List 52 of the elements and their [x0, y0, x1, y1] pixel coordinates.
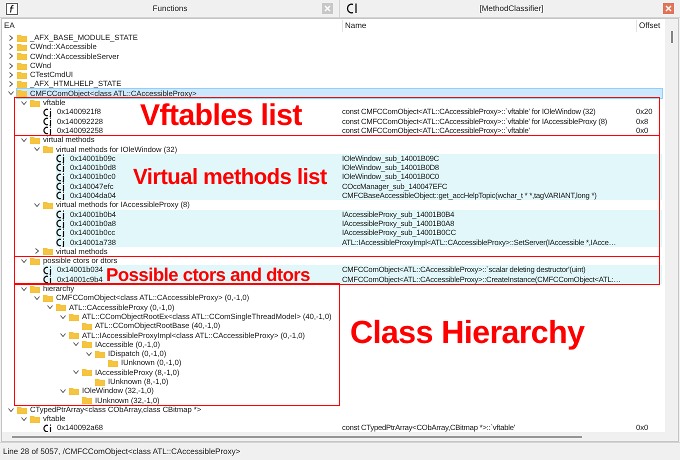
function-icon: [56, 228, 66, 238]
chevron-down-icon[interactable]: [8, 406, 14, 413]
function-icon: [56, 182, 66, 191]
chevron-down-icon[interactable]: [34, 294, 40, 301]
function-icon: [43, 116, 53, 126]
chevron-down-icon[interactable]: [34, 146, 40, 152]
chevron-down-icon[interactable]: [21, 100, 27, 106]
chevron-down-icon[interactable]: [21, 258, 27, 264]
chevron-right-icon[interactable]: [8, 53, 14, 60]
function-icon: [56, 219, 66, 228]
chevron-down-icon[interactable]: [21, 286, 27, 292]
horizontal-scrollbar[interactable]: [2, 432, 665, 441]
panel-title: [MethodClassifier]: [478, 2, 545, 14]
chevron-down-icon[interactable]: [60, 388, 66, 394]
chevron-right-icon[interactable]: [8, 62, 14, 69]
function-icon: [6, 2, 18, 14]
function-icon: [56, 172, 66, 182]
chevron-down-icon[interactable]: [47, 304, 53, 310]
chevron-down-icon[interactable]: [73, 369, 79, 376]
chevron-right-icon[interactable]: [8, 44, 14, 50]
status-text: Line 28 of 5057, /CMFCComObject<class ATL::CAccessibleProxy>: [3, 446, 240, 458]
function-icon: [43, 274, 53, 284]
annotation-label: Class Hierarchy: [350, 316, 584, 348]
chevron-down-icon[interactable]: [60, 332, 66, 338]
chevron-down-icon[interactable]: [8, 90, 14, 96]
vertical-scrollbar[interactable]: [665, 19, 678, 441]
function-icon: [43, 424, 53, 432]
function-icon: [43, 126, 53, 136]
function-icon: [56, 154, 66, 163]
column-header[interactable]: EA: [2, 20, 342, 32]
annotation-label: Vftables list: [140, 101, 302, 131]
function-icon: [43, 266, 53, 275]
function-icon: [56, 163, 66, 172]
chevron-right-icon[interactable]: [34, 248, 40, 254]
chevron-right-icon[interactable]: [8, 81, 14, 88]
column-header[interactable]: Offset: [636, 20, 660, 32]
chevron-down-icon[interactable]: [21, 416, 27, 422]
chevron-right-icon[interactable]: [8, 72, 14, 78]
chevron-down-icon[interactable]: [60, 314, 66, 320]
chevron-down-icon[interactable]: [86, 350, 92, 357]
function-icon: [56, 191, 66, 200]
function-icon: [43, 108, 53, 117]
close-button[interactable]: [663, 3, 674, 14]
function-icon: [56, 210, 66, 219]
panel-title: Functions: [152, 2, 188, 14]
chevron-down-icon[interactable]: [21, 136, 27, 143]
function-icon: [56, 238, 66, 247]
chevron-right-icon[interactable]: [8, 34, 14, 41]
chevron-down-icon[interactable]: [73, 341, 79, 348]
folder-icon: [43, 200, 53, 209]
column-header[interactable]: Name: [342, 20, 636, 32]
chevron-down-icon[interactable]: [34, 202, 40, 208]
